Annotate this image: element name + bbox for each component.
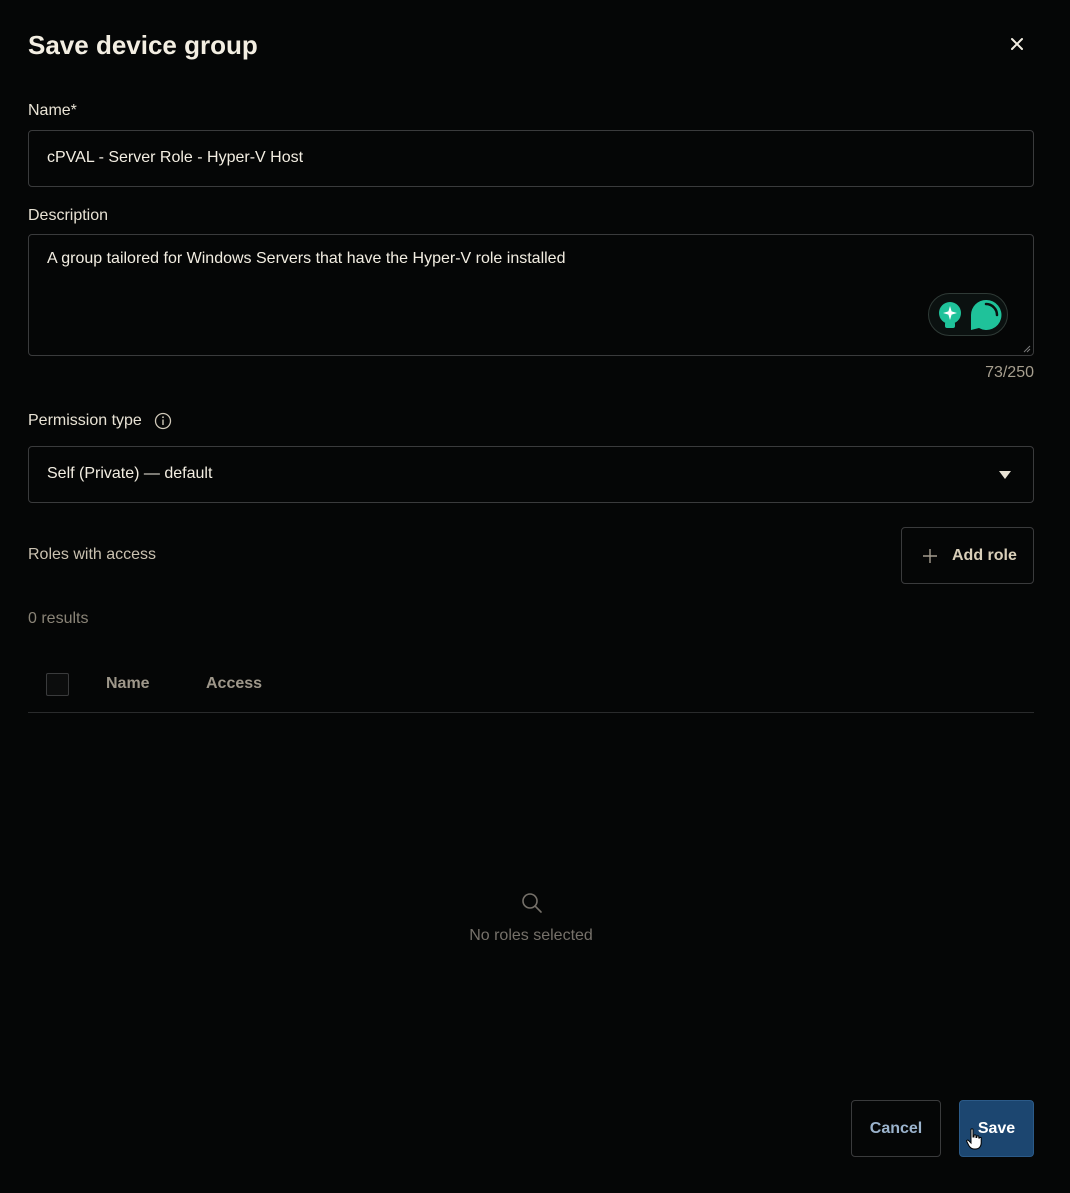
description-label: Description xyxy=(28,207,109,224)
close-icon xyxy=(1011,38,1023,50)
search-icon xyxy=(522,893,542,913)
add-role-label: Add role xyxy=(952,546,1017,564)
cancel-button[interactable]: Cancel xyxy=(851,1100,941,1157)
plus-icon xyxy=(923,548,937,563)
writing-assistant-widget[interactable] xyxy=(928,293,1008,336)
name-input[interactable]: cPVAL - Server Role - Hyper-V Host xyxy=(28,130,1034,187)
results-count: 0 results xyxy=(28,610,89,627)
permission-type-label: Permission type xyxy=(28,412,142,429)
select-all-checkbox[interactable] xyxy=(46,673,69,696)
character-counter: 73/250 xyxy=(985,364,1034,381)
column-header-name[interactable]: Name xyxy=(106,675,150,693)
info-icon[interactable] xyxy=(154,412,172,430)
save-device-group-dialog: Save device group Name* cPVAL - Server R… xyxy=(0,0,1070,1193)
add-role-button[interactable]: Add role xyxy=(901,527,1034,584)
description-textarea[interactable]: A group tailored for Windows Servers tha… xyxy=(28,234,1034,356)
chat-bubble-icon[interactable] xyxy=(969,298,1003,332)
permission-type-label-row: Permission type xyxy=(28,412,172,430)
empty-state-message: No roles selected xyxy=(469,927,593,944)
roles-table-header: Name Access xyxy=(28,656,1034,713)
lightbulb-sparkle-icon[interactable] xyxy=(937,302,963,330)
chevron-down-icon xyxy=(999,471,1011,479)
close-button[interactable] xyxy=(1005,32,1029,56)
dialog-title: Save device group xyxy=(28,30,258,60)
column-header-access[interactable]: Access xyxy=(206,675,262,693)
hand-cursor-icon xyxy=(966,1128,982,1150)
roles-with-access-label: Roles with access xyxy=(28,546,157,563)
permission-type-selected: Self (Private) — default xyxy=(47,465,213,482)
resize-handle-icon[interactable] xyxy=(1023,345,1031,353)
name-label: Name* xyxy=(28,102,77,119)
name-input-value: cPVAL - Server Role - Hyper-V Host xyxy=(47,149,304,166)
permission-type-select[interactable]: Self (Private) — default xyxy=(28,446,1034,503)
description-value: A group tailored for Windows Servers tha… xyxy=(47,250,566,267)
